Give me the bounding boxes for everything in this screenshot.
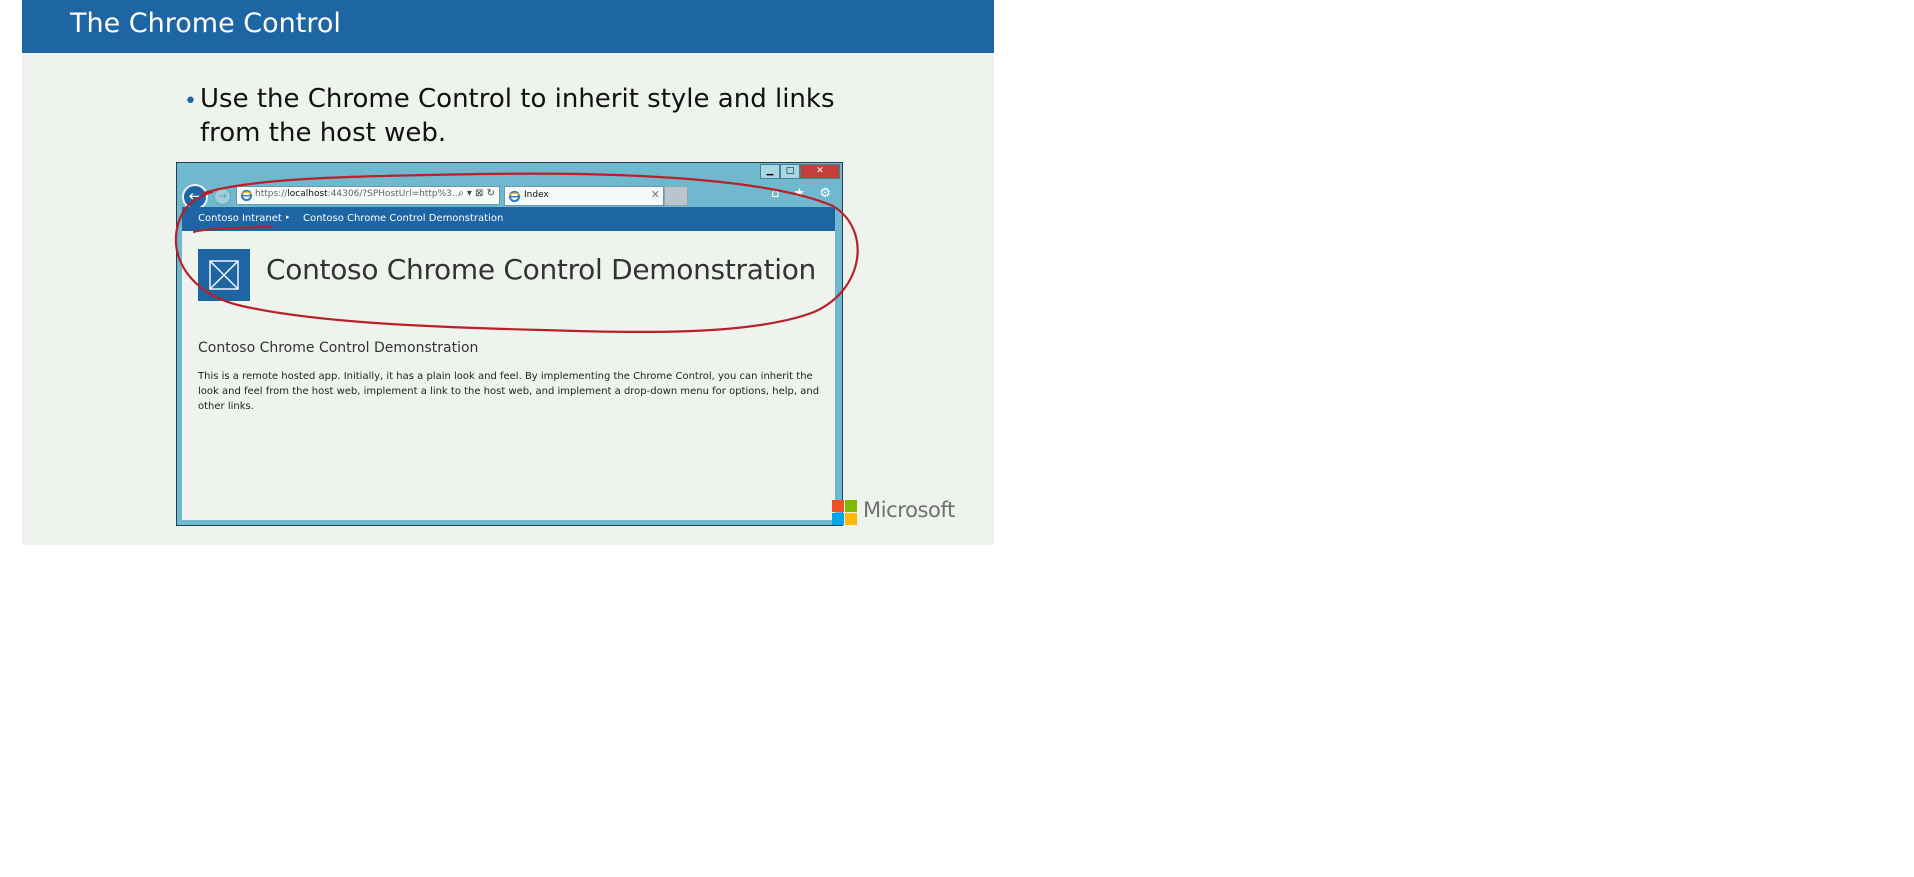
tab-label: Index [524, 190, 549, 200]
window-controls: ▁ □ ✕ [760, 164, 840, 180]
url-rest: :44306/?SPHostUrl=http%3... [327, 189, 461, 199]
bullet-marker: • [184, 89, 197, 114]
page-heading: Contoso Chrome Control Demonstration [198, 340, 479, 356]
bullet-text: Use the Chrome Control to inherit style … [200, 84, 835, 148]
site-logo [198, 249, 250, 301]
host-web-link[interactable]: Contoso Intranet [198, 213, 282, 224]
site-logo-icon [209, 260, 239, 290]
forward-button[interactable]: → [214, 188, 231, 205]
slide-title: The Chrome Control [70, 8, 341, 39]
breadcrumb-separator-icon: ▸ [286, 213, 290, 221]
ie-icon [240, 189, 253, 202]
microsoft-wordmark: Microsoft [863, 498, 955, 522]
page-body-text: This is a remote hosted app. Initially, … [198, 371, 820, 412]
url-host: localhost [287, 189, 328, 199]
address-tools[interactable]: ⌕ ▾ ⊠ ↻ [458, 188, 495, 199]
toolbar-icons[interactable]: ⌂ ★ ⚙ [771, 186, 836, 201]
browser-navigation-bar: ← → https://localhost:44306/?SPHostUrl=h… [180, 183, 840, 210]
suite-bar: Contoso Intranet ▸ Contoso Chrome Contro… [182, 207, 835, 231]
close-tab-icon[interactable]: ✕ [651, 188, 660, 201]
url-prefix: https:// [255, 189, 288, 199]
microsoft-logo-icon [832, 500, 858, 526]
slide: The Chrome Control • Use the Chrome Cont… [22, 0, 994, 545]
app-page: Contoso Intranet ▸ Contoso Chrome Contro… [182, 207, 835, 520]
address-bar[interactable]: https://localhost:44306/?SPHostUrl=http%… [236, 186, 500, 205]
site-title: Contoso Chrome Control Demonstration [266, 253, 817, 286]
slide-title-bar: The Chrome Control [22, 0, 994, 53]
close-window-button[interactable]: ✕ [800, 164, 840, 179]
browser-screenshot: ▁ □ ✕ ← → https://localhost:44306/?SPHos… [176, 162, 843, 526]
tab-index[interactable]: Index ✕ [504, 186, 664, 206]
breadcrumb-current[interactable]: Contoso Chrome Control Demonstration [303, 213, 503, 224]
minimize-button[interactable]: ▁ [760, 164, 780, 179]
new-tab-button[interactable] [664, 186, 688, 206]
address-url[interactable]: https://localhost:44306/?SPHostUrl=http%… [255, 189, 460, 199]
maximize-button[interactable]: □ [780, 164, 800, 179]
ie-icon [508, 190, 521, 203]
